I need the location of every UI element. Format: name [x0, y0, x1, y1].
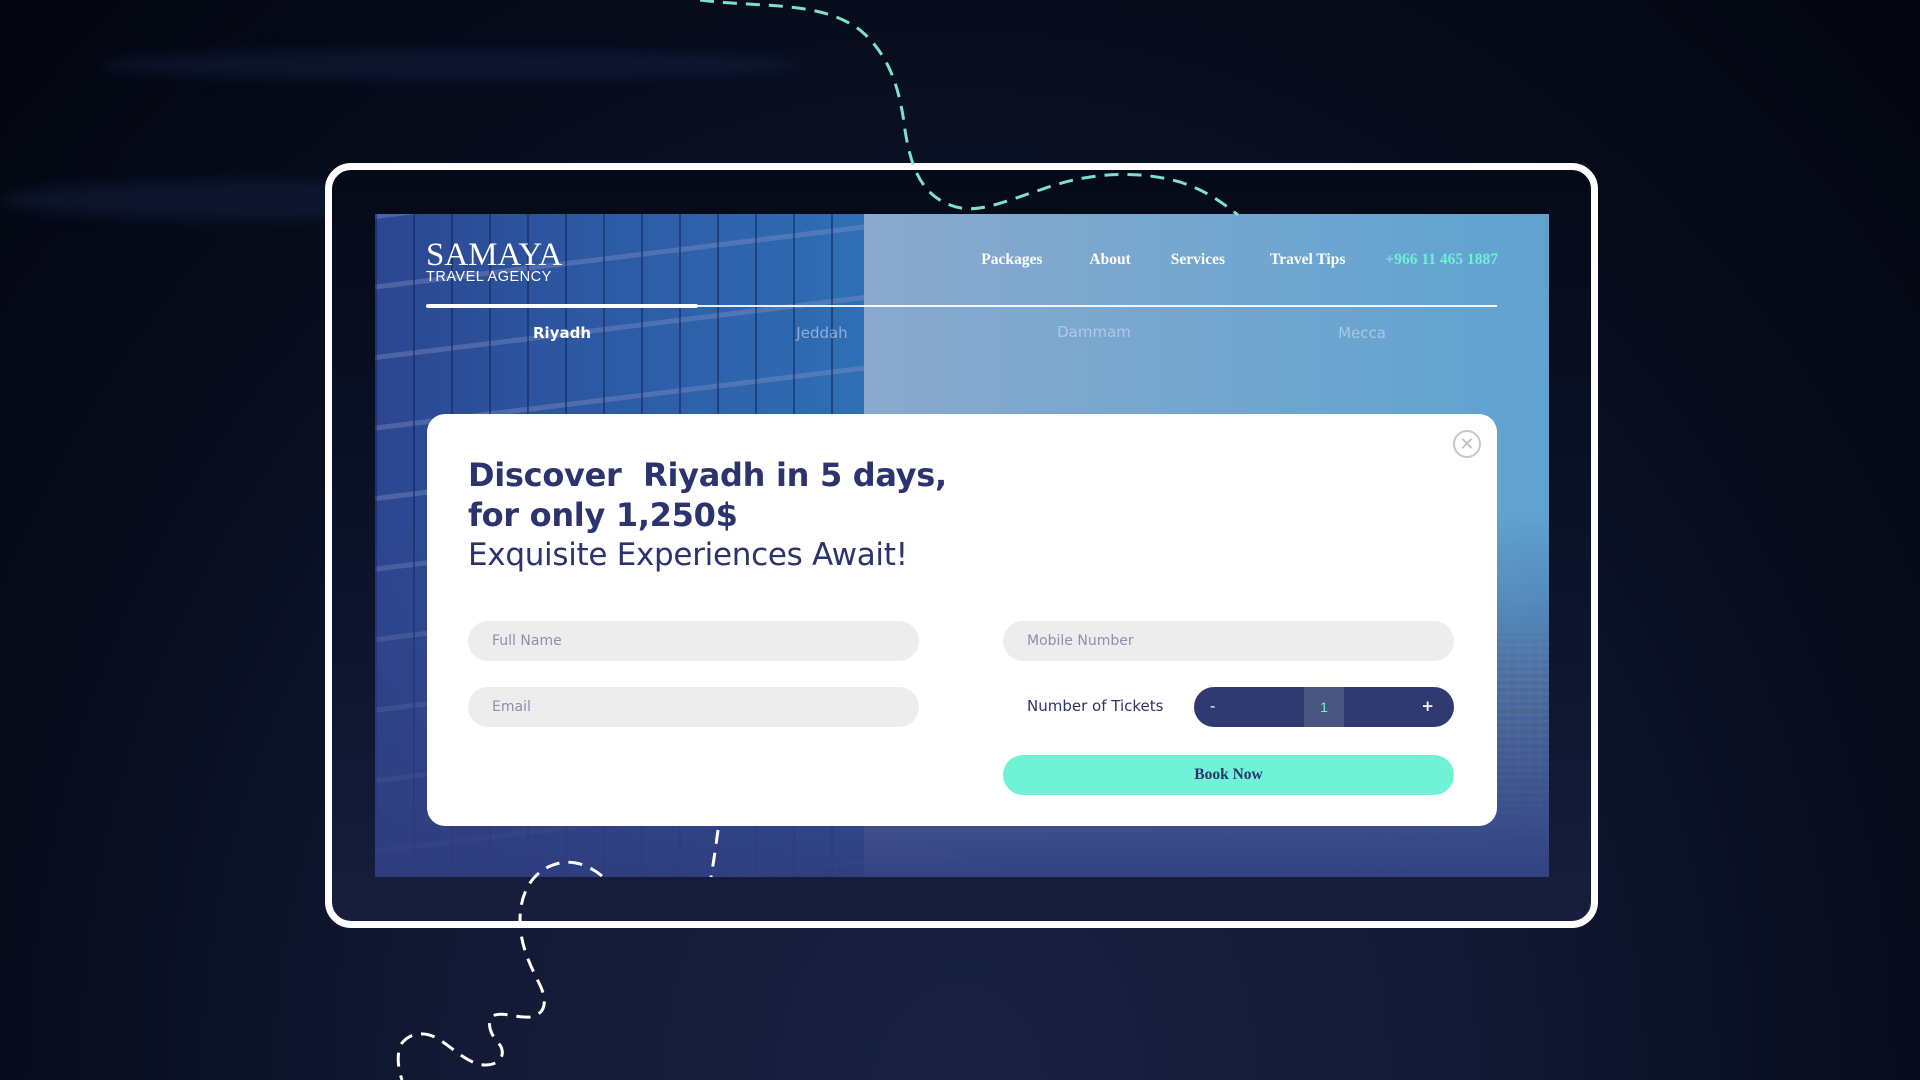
mobile-number-input[interactable]: [1003, 621, 1454, 661]
subheadline: Exquisite Experiences Await!: [468, 537, 908, 573]
nav-services[interactable]: Services: [1171, 251, 1225, 269]
tickets-label: Number of Tickets: [1027, 697, 1164, 715]
modal-headline: Discover Riyadh in 5 days, for only 1,25…: [468, 455, 947, 575]
headline-line-1: Discover Riyadh in 5 days,: [468, 456, 947, 494]
decrement-button[interactable]: -: [1210, 697, 1215, 715]
tab-dammam[interactable]: Dammam: [1057, 323, 1131, 341]
tab-mecca[interactable]: Mecca: [1338, 324, 1386, 342]
logo-tagline: TRAVEL AGENCY: [426, 269, 552, 285]
full-name-input[interactable]: [468, 621, 919, 661]
email-input[interactable]: [468, 687, 919, 727]
phone-link[interactable]: +966 11 465 1887: [1385, 251, 1498, 269]
background-streak: [100, 50, 800, 80]
tab-active-indicator: [426, 304, 698, 308]
logo-name: SAMAYA: [426, 237, 563, 273]
logo[interactable]: SAMAYA TRAVEL AGENCY: [426, 237, 563, 285]
tab-jeddah[interactable]: Jeddah: [796, 324, 847, 342]
increment-button[interactable]: +: [1421, 697, 1434, 715]
tickets-stepper: - 1 +: [1194, 687, 1454, 727]
book-now-button[interactable]: Book Now: [1003, 755, 1454, 795]
main-nav: Packages About Services Travel Tips +966…: [981, 251, 1498, 269]
tab-riyadh[interactable]: Riyadh: [533, 324, 591, 342]
headline-line-2: for only 1,250$: [468, 496, 738, 534]
close-icon[interactable]: ✕: [1453, 430, 1481, 458]
nav-packages[interactable]: Packages: [981, 251, 1042, 269]
nav-travel-tips[interactable]: Travel Tips: [1270, 251, 1345, 269]
nav-about[interactable]: About: [1089, 251, 1130, 269]
tickets-value[interactable]: 1: [1304, 687, 1344, 727]
